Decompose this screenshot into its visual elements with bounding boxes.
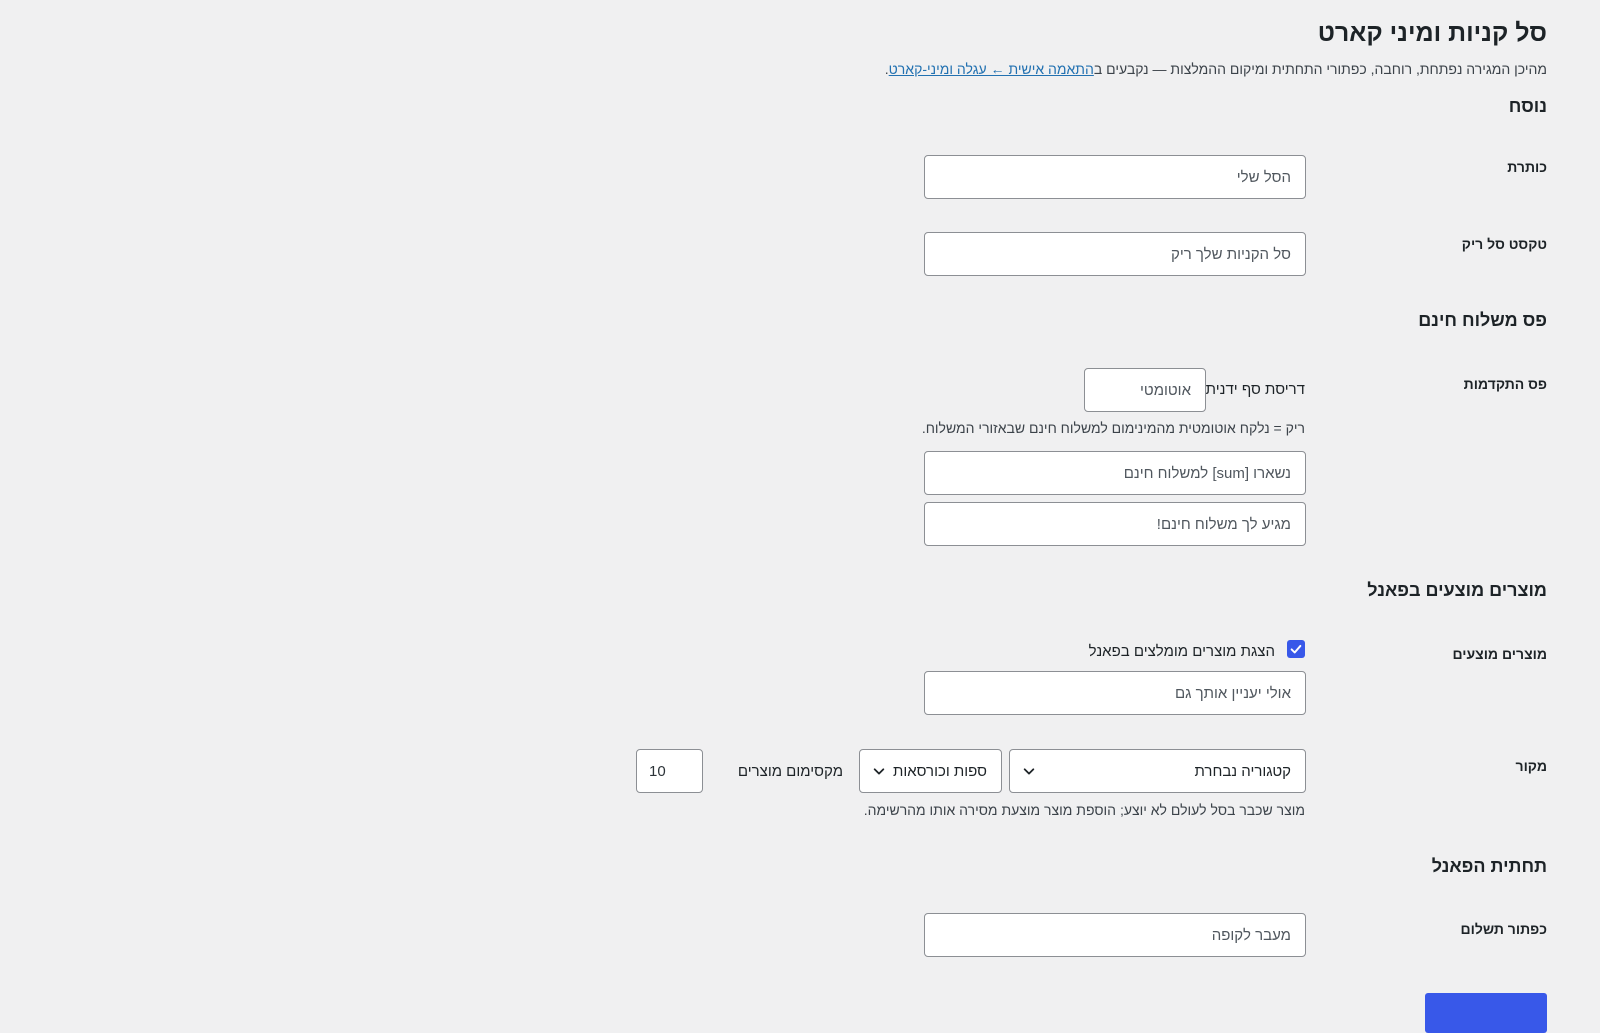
category-select-value: ספות וכורסאות xyxy=(892,762,987,780)
chevron-down-icon xyxy=(1023,768,1035,775)
empty-text-label: טקסט סל ריק xyxy=(1461,236,1547,252)
section-heading-panel-footer: תחתית הפאנל xyxy=(1431,856,1547,876)
suggested-title-input[interactable] xyxy=(924,671,1306,715)
reached-message-input[interactable] xyxy=(924,502,1306,546)
remaining-message-input[interactable] xyxy=(924,451,1306,495)
source-select[interactable]: קטגוריה נבחרת xyxy=(1009,749,1306,793)
cart-title-input[interactable] xyxy=(924,155,1306,199)
show-suggested-label: הצגת מוצרים מומלצים בפאנל xyxy=(1088,643,1275,660)
page-title: סל קניות ומיני קארט xyxy=(1317,19,1547,47)
customizer-link[interactable]: התאמה אישית ← עגלה ומיני-קארט xyxy=(889,61,1094,77)
save-button[interactable] xyxy=(1425,993,1547,1033)
threshold-override-input[interactable] xyxy=(1084,368,1206,412)
title-label: כותרת xyxy=(1507,159,1547,175)
max-products-input[interactable] xyxy=(636,749,703,793)
empty-cart-text-input[interactable] xyxy=(924,232,1306,276)
suggested-label: מוצרים מוצעים xyxy=(1452,646,1548,662)
threshold-hint: ריק = נלקח אוטומטית מהמינימום למשלוח חינ… xyxy=(921,420,1305,436)
page-intro: מהיכן המגירה נפתחת, רוחבה, כפתורי התחתית… xyxy=(885,61,1547,77)
category-select[interactable]: ספות וכורסאות xyxy=(859,749,1002,793)
threshold-override-label: דריסת סף ידנית xyxy=(1205,381,1305,398)
checkout-button-input[interactable] xyxy=(924,913,1306,957)
progress-bar-label: פס התקדמות xyxy=(1463,376,1547,392)
max-products-label: מקסימום מוצרים xyxy=(737,763,843,780)
show-suggested-checkbox[interactable] xyxy=(1287,640,1305,658)
section-heading-free-shipping: פס משלוח חינם xyxy=(1418,310,1547,330)
section-heading-copy: נוסח xyxy=(1508,96,1547,116)
checkout-button-label: כפתור תשלום xyxy=(1460,921,1547,937)
checkmark-icon xyxy=(1290,644,1302,654)
section-heading-suggested: מוצרים מוצעים בפאנל xyxy=(1367,580,1547,600)
source-label: מקור xyxy=(1515,758,1547,774)
chevron-down-icon xyxy=(873,768,885,775)
intro-text: מהיכן המגירה נפתחת, רוחבה, כפתורי התחתית… xyxy=(1093,61,1547,77)
suggested-hint: מוצר שכבר בסל לעולם לא יוצע; הוספת מוצר … xyxy=(863,802,1305,818)
source-select-value: קטגוריה נבחרת xyxy=(1194,762,1291,780)
